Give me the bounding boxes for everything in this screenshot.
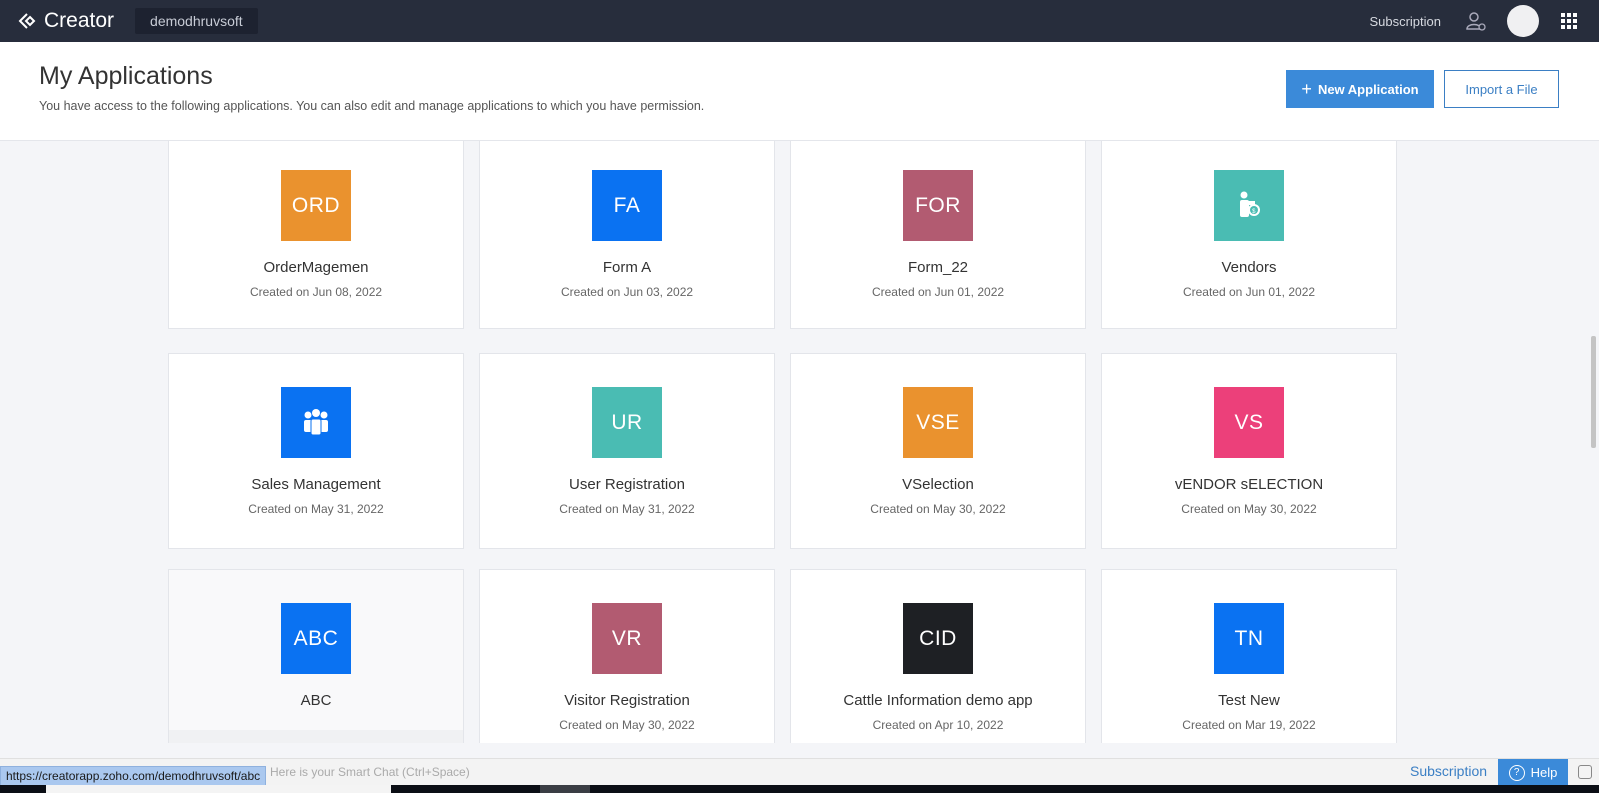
os-taskbar bbox=[0, 785, 1599, 793]
app-abbr-icon: UR bbox=[592, 387, 662, 458]
app-abbr-icon: ABC bbox=[281, 603, 351, 674]
app-abbr-icon: FA bbox=[592, 170, 662, 241]
app-created-date: Created on Jun 01, 2022 bbox=[871, 285, 1005, 299]
creator-logo[interactable]: Creator bbox=[18, 9, 114, 33]
app-launcher-icon[interactable] bbox=[1561, 13, 1577, 29]
app-abbr-icon: VS bbox=[1214, 387, 1284, 458]
brand-name: Creator bbox=[44, 9, 115, 32]
app-name[interactable]: User Registration bbox=[480, 476, 774, 493]
app-name[interactable]: Test New bbox=[1102, 692, 1396, 709]
app-name[interactable]: Cattle Information demo app bbox=[791, 692, 1085, 709]
app-created-date: Created on May 30, 2022 bbox=[559, 718, 695, 732]
app-card[interactable]: $ Vendors Created on Jun 01, 2022 bbox=[1101, 141, 1397, 329]
smart-chat-input[interactable]: Here is your Smart Chat (Ctrl+Space) bbox=[270, 765, 470, 779]
app-name[interactable]: Visitor Registration bbox=[480, 692, 774, 709]
team-icon bbox=[281, 387, 351, 458]
app-card[interactable]: UR User Registration Created on May 31, 20… bbox=[479, 353, 775, 549]
app-created-date: Created on Jun 08, 2022 bbox=[249, 285, 383, 299]
app-name[interactable]: VSelection bbox=[791, 476, 1085, 493]
edit-action[interactable]: Edit bbox=[253, 741, 274, 743]
vendor-icon: $ bbox=[1214, 170, 1284, 241]
avatar[interactable] bbox=[1507, 5, 1539, 37]
share-action[interactable]: Share bbox=[297, 741, 329, 743]
status-url-tooltip: https://creatorapp.zoho.com/demodhruvsof… bbox=[0, 766, 267, 786]
app-created-date: Created on May 30, 2022 bbox=[870, 502, 1006, 516]
svg-text:$: $ bbox=[1252, 209, 1256, 215]
new-application-button[interactable]: + New Application bbox=[1286, 70, 1434, 108]
page-header: My Applications You have access to the f… bbox=[0, 42, 1599, 141]
app-card[interactable]: FA Form A Created on Jun 03, 2022 bbox=[479, 141, 775, 329]
app-card[interactable]: VR Visitor Registration Created on May 30,… bbox=[479, 569, 775, 743]
app-created-date: Created on May 31, 2022 bbox=[559, 502, 695, 516]
app-name[interactable]: ABC bbox=[169, 692, 463, 709]
top-navbar: Creator demodhruvsoft Subscription bbox=[0, 0, 1599, 42]
subscription-link[interactable]: Subscription bbox=[1369, 14, 1441, 29]
app-card[interactable]: VS vENDOR sELECTION Created on May 30, 202… bbox=[1101, 353, 1397, 549]
help-icon: ? bbox=[1508, 764, 1525, 781]
app-name[interactable]: OrderMagemen bbox=[169, 259, 463, 276]
divider: | bbox=[339, 741, 342, 743]
more-action[interactable]: More bbox=[352, 741, 379, 743]
page-scrollbar[interactable] bbox=[1591, 336, 1596, 448]
page-title: My Applications bbox=[39, 62, 213, 90]
app-created-date: Created on May 30, 2022 bbox=[1181, 502, 1317, 516]
taskbar-item[interactable] bbox=[540, 785, 590, 793]
applications-grid: ORD OrderMagemen Created on Jun 08, 2022 FA… bbox=[168, 141, 1416, 743]
user-settings-icon[interactable] bbox=[1465, 10, 1487, 32]
card-actions-bar: Edit | Share | More bbox=[169, 730, 463, 743]
app-name[interactable]: Sales Management bbox=[169, 476, 463, 493]
app-created-date: Created on Jun 03, 2022 bbox=[560, 285, 694, 299]
plus-icon: + bbox=[1301, 78, 1312, 99]
app-name[interactable]: Form_22 bbox=[791, 259, 1085, 276]
chat-icon[interactable] bbox=[1578, 765, 1592, 779]
app-created-date: Created on Apr 10, 2022 bbox=[872, 718, 1004, 732]
app-created-date: Created on May 31, 2022 bbox=[248, 502, 384, 516]
app-abbr-icon: ORD bbox=[281, 170, 351, 241]
app-abbr-icon: TN bbox=[1214, 603, 1284, 674]
app-card[interactable]: TN Test New Created on Mar 19, 2022 bbox=[1101, 569, 1397, 743]
app-name[interactable]: Form A bbox=[480, 259, 774, 276]
app-card[interactable]: CID Cattle Information demo app Created on… bbox=[790, 569, 1086, 743]
creator-logo-icon bbox=[18, 13, 36, 29]
bottom-subscription-link[interactable]: Subscription bbox=[1410, 763, 1487, 779]
app-card[interactable]: VSE VSelection Created on May 30, 2022 bbox=[790, 353, 1086, 549]
app-created-date: Created on Mar 19, 2022 bbox=[1182, 718, 1316, 732]
app-card[interactable]: ABC ABC Edit | Share | More bbox=[168, 569, 464, 743]
app-abbr-icon: VR bbox=[592, 603, 662, 674]
app-card[interactable]: Sales Management Created on May 31, 2022 bbox=[168, 353, 464, 549]
app-name[interactable]: vENDOR sELECTION bbox=[1102, 476, 1396, 493]
app-created-date: Created on Jun 01, 2022 bbox=[1182, 285, 1316, 299]
app-card[interactable]: ORD OrderMagemen Created on Jun 08, 2022 bbox=[168, 141, 464, 329]
taskbar-item[interactable] bbox=[46, 785, 391, 793]
divider: | bbox=[284, 741, 287, 743]
app-name[interactable]: Vendors bbox=[1102, 259, 1396, 276]
app-abbr-icon: FOR bbox=[903, 170, 973, 241]
help-button[interactable]: ? Help bbox=[1498, 759, 1568, 786]
app-card[interactable]: FOR Form_22 Created on Jun 01, 2022 bbox=[790, 141, 1086, 329]
org-selector[interactable]: demodhruvsoft bbox=[135, 8, 258, 34]
app-abbr-icon: CID bbox=[903, 603, 973, 674]
app-abbr-icon: VSE bbox=[903, 387, 973, 458]
page-subtitle: You have access to the following applica… bbox=[39, 99, 705, 113]
import-file-button[interactable]: Import a File bbox=[1444, 70, 1559, 108]
